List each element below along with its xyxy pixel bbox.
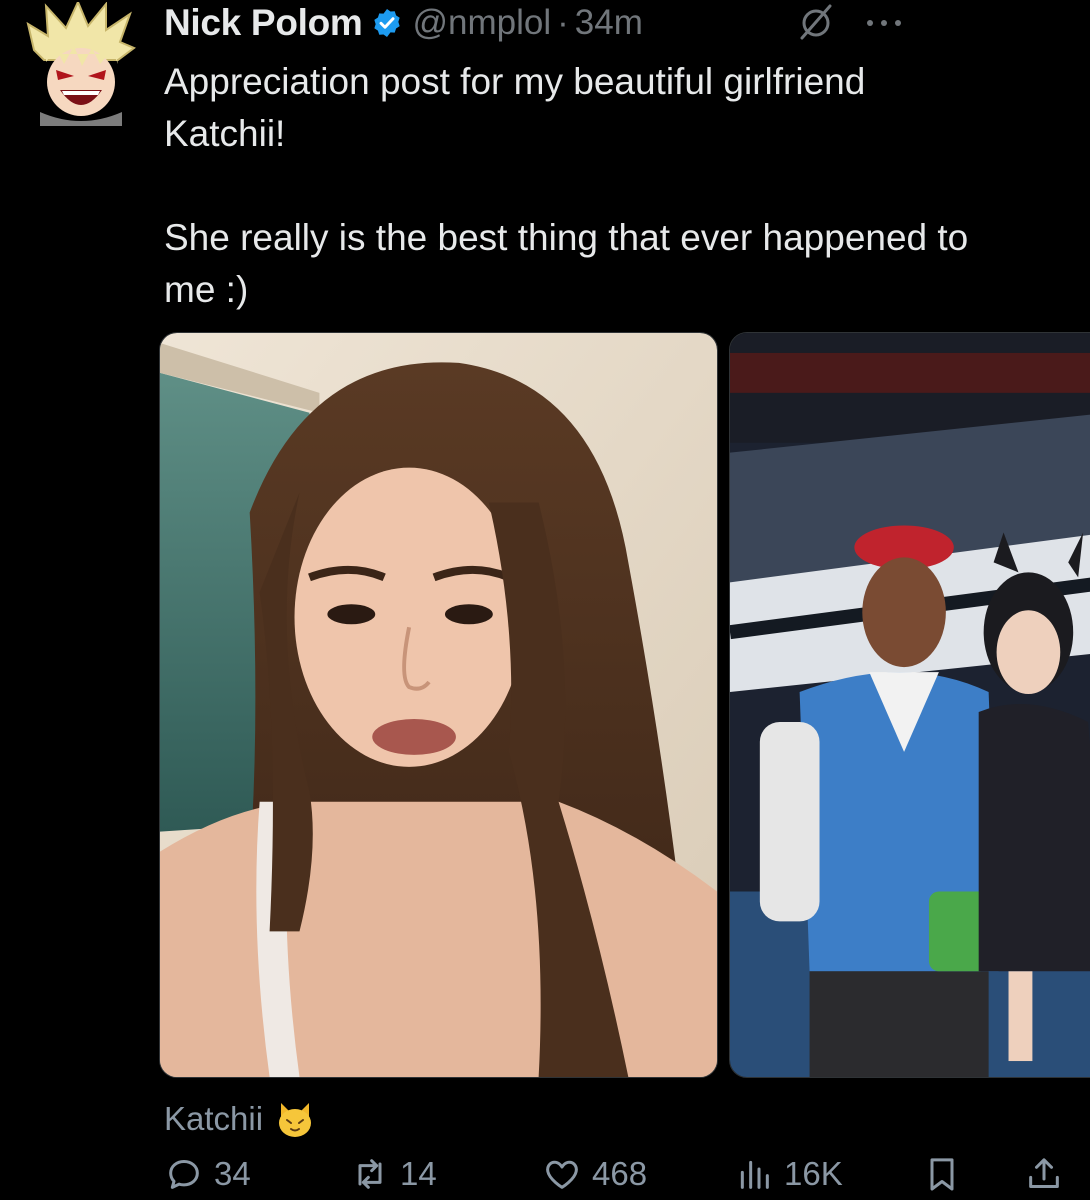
heart-icon [546,1160,578,1189]
retweet-button[interactable]: 14 [350,1146,437,1200]
tagged-user-label[interactable]: Katchii [164,1100,263,1138]
avatar[interactable] [26,2,136,126]
like-button[interactable]: 468 [542,1146,647,1200]
views-count: 16K [784,1155,843,1192]
share-button[interactable] [1024,1146,1064,1200]
retweet-count: 14 [400,1155,437,1192]
tweet-timestamp[interactable]: 34m [575,3,643,43]
more-options-icon[interactable] [860,8,908,38]
share-icon [1029,1158,1059,1188]
tweet-text: Appreciation post for my beautiful girlf… [164,61,969,310]
bookmark-icon [930,1158,954,1191]
reply-count: 34 [214,1155,251,1192]
reply-button[interactable]: 34 [164,1146,251,1200]
author-handle[interactable]: @nmplol [413,3,552,43]
tagged-user[interactable]: Katchii [164,1094,315,1144]
reply-icon [169,1160,199,1189]
retweet-icon [358,1159,382,1189]
bookmark-button[interactable] [922,1146,962,1200]
cat-face-icon [275,1099,315,1139]
separator-dot: · [557,3,569,42]
tweet-photo-cosplay[interactable] [729,332,1090,1078]
tweet-header: Nick Polom @nmplol · 34m [164,0,1074,46]
views-button[interactable]: 16K [734,1146,843,1200]
verified-badge-icon [371,7,403,39]
tweet-photo-selfie[interactable] [159,332,718,1078]
tweet: Nick Polom @nmplol · 34m Appreciation po… [0,0,1090,1200]
like-count: 468 [592,1155,648,1192]
grok-icon[interactable] [796,2,836,42]
author-name[interactable]: Nick Polom [164,2,363,44]
tweet-actions: 34 14 468 16K [164,1146,1074,1200]
analytics-icon [740,1160,769,1189]
